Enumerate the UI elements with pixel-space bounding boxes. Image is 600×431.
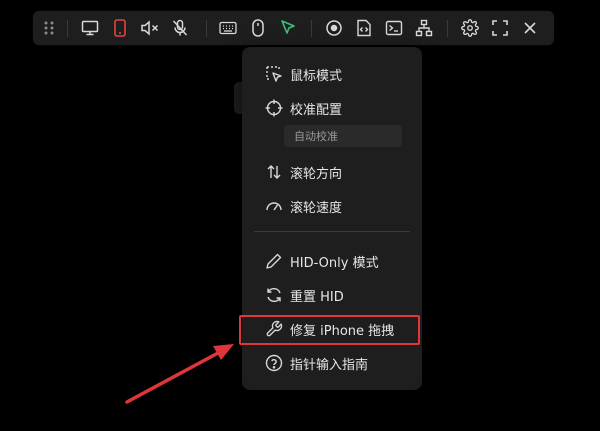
gear-icon[interactable] [456, 14, 484, 42]
menu-item-label: HID-Only 模式 [290, 255, 379, 271]
menu-item-label: 滚轮速度 [290, 200, 343, 216]
menu-divider [254, 231, 410, 232]
toolbar-divider [67, 20, 68, 37]
speaker-muted-icon[interactable] [136, 14, 164, 42]
close-icon[interactable] [516, 14, 544, 42]
menu-item-scroll-speed[interactable]: 滚轮速度 [254, 193, 414, 219]
menu-item-scroll-direction[interactable]: 滚轮方向 [254, 159, 414, 185]
remote-control-toolbar [33, 11, 554, 45]
menu-item-reset-hid[interactable]: 重置 HID [254, 282, 414, 308]
keyboard-icon[interactable] [214, 14, 242, 42]
file-code-icon[interactable] [350, 14, 378, 42]
menu-item-pointer-guide[interactable]: 指针输入指南 [254, 350, 414, 376]
scroll-direction-icon [264, 162, 284, 182]
menu-item-calibration[interactable]: 校准配置 [254, 95, 414, 121]
screen: 鼠标模式 校准配置 自动校准 滚轮方向 滚轮速度 HID-Only 模式 重置 … [0, 0, 600, 431]
terminal-icon[interactable] [380, 14, 408, 42]
pointer-settings-menu: 鼠标模式 校准配置 自动校准 滚轮方向 滚轮速度 HID-Only 模式 重置 … [242, 47, 422, 390]
wrench-icon [264, 319, 284, 339]
menu-item-label: 修复 iPhone 拖拽 [290, 323, 395, 339]
refresh-icon [264, 285, 284, 305]
record-icon[interactable] [320, 14, 348, 42]
phone-icon[interactable] [106, 14, 134, 42]
auto-calibrate-label: 自动校准 [294, 130, 338, 143]
help-circle-icon [264, 353, 284, 373]
network-icon[interactable] [410, 14, 438, 42]
toolbar-divider [447, 20, 448, 37]
mic-off-icon[interactable] [166, 14, 194, 42]
menu-item-fix-iphone-drag[interactable]: 修复 iPhone 拖拽 [254, 316, 414, 342]
menu-item-mouse-mode[interactable]: 鼠标模式 [254, 61, 414, 87]
menu-item-label: 滚轮方向 [290, 166, 343, 182]
menu-item-label: 鼠标模式 [290, 68, 343, 84]
drag-handle-icon[interactable] [35, 14, 63, 42]
menu-item-label: 指针输入指南 [290, 357, 369, 373]
menu-item-label: 重置 HID [290, 289, 344, 305]
fullscreen-icon[interactable] [486, 14, 514, 42]
auto-calibrate-option[interactable]: 自动校准 [284, 125, 402, 147]
pencil-icon [264, 251, 284, 271]
toolbar-divider [311, 20, 312, 37]
toolbar-divider [206, 20, 207, 37]
pointer-icon[interactable] [274, 14, 302, 42]
mouse-icon[interactable] [244, 14, 272, 42]
cursor-select-icon [264, 64, 284, 84]
crosshair-icon [264, 98, 284, 118]
menu-item-hid-only-mode[interactable]: HID-Only 模式 [254, 248, 414, 274]
speedometer-icon [264, 196, 284, 216]
menu-item-label: 校准配置 [290, 102, 343, 118]
monitor-icon[interactable] [76, 14, 104, 42]
